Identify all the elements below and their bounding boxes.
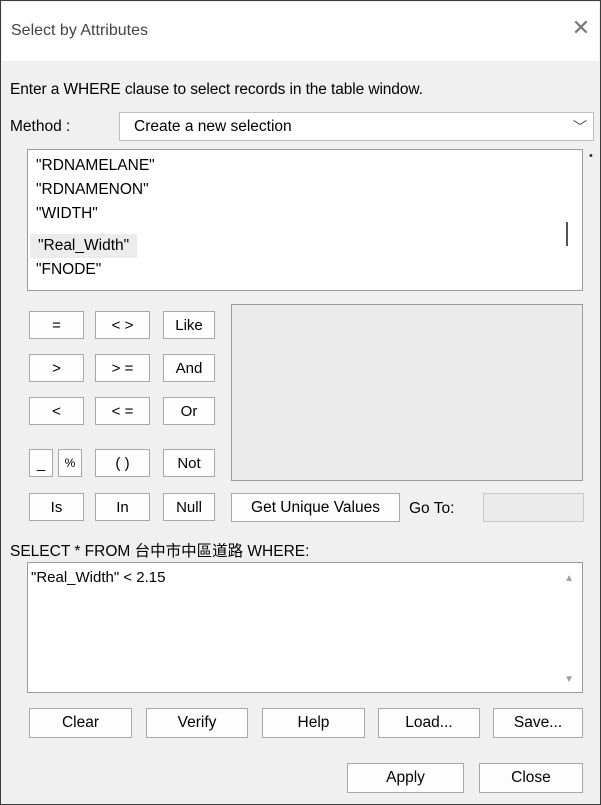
goto-input[interactable] bbox=[483, 493, 584, 522]
underscore-button[interactable]: _ bbox=[29, 449, 53, 477]
unique-values-list[interactable] bbox=[231, 304, 583, 481]
scroll-down-icon[interactable]: ▼ bbox=[564, 674, 574, 685]
instruction-text: Enter a WHERE clause to select records i… bbox=[10, 81, 423, 98]
field-list[interactable]: "RDNAMELANE" "RDNAMENON" "WIDTH" "Real_W… bbox=[27, 149, 583, 291]
chevron-down-icon: ﹀ bbox=[573, 119, 587, 135]
like-button[interactable]: Like bbox=[163, 311, 215, 339]
field-list-item[interactable]: "RDNAMENON" bbox=[36, 178, 155, 202]
method-label: Method : bbox=[10, 118, 71, 135]
not-equals-button[interactable]: < > bbox=[95, 311, 150, 339]
help-button[interactable]: Help bbox=[262, 708, 365, 738]
method-dropdown[interactable]: Create a new selection ﹀ bbox=[119, 112, 594, 141]
percent-button[interactable]: % bbox=[58, 449, 82, 477]
field-list-item[interactable]: "FNODE" bbox=[36, 258, 107, 282]
is-button[interactable]: Is bbox=[29, 493, 84, 521]
scroll-up-icon[interactable]: ▲ bbox=[564, 573, 574, 584]
greater-equal-button[interactable]: > = bbox=[95, 354, 150, 382]
or-button[interactable]: Or bbox=[163, 397, 215, 425]
less-than-button[interactable]: < bbox=[29, 397, 84, 425]
field-list-item[interactable]: "RDNAMELANE" bbox=[36, 154, 161, 178]
dot-icon: • bbox=[589, 150, 593, 162]
verify-button[interactable]: Verify bbox=[146, 708, 248, 738]
not-button[interactable]: Not bbox=[163, 449, 215, 477]
and-button[interactable]: And bbox=[163, 354, 215, 382]
parentheses-button[interactable]: ( ) bbox=[95, 449, 150, 477]
goto-label: Go To: bbox=[409, 500, 455, 517]
get-unique-values-button[interactable]: Get Unique Values bbox=[231, 493, 400, 522]
dialog-title: Select by Attributes bbox=[11, 22, 148, 39]
in-button[interactable]: In bbox=[95, 493, 150, 521]
select-clause-label: SELECT * FROM 台中市中區道路 WHERE: bbox=[10, 543, 310, 560]
load-button[interactable]: Load... bbox=[378, 708, 480, 738]
clear-button[interactable]: Clear bbox=[29, 708, 132, 738]
field-list-scrollbar-thumb[interactable] bbox=[566, 222, 568, 246]
equals-button[interactable]: = bbox=[29, 311, 84, 339]
where-clause-textarea[interactable]: "Real_Width" < 2.15 ▲ ▼ bbox=[27, 562, 583, 693]
select-by-attributes-dialog: Select by Attributes ✕ Enter a WHERE cla… bbox=[0, 0, 601, 805]
apply-button[interactable]: Apply bbox=[347, 763, 464, 793]
null-button[interactable]: Null bbox=[163, 493, 215, 521]
title-bar: Select by Attributes ✕ bbox=[2, 2, 599, 61]
close-icon[interactable]: ✕ bbox=[569, 16, 593, 40]
method-selected-value: Create a new selection bbox=[134, 118, 292, 135]
field-list-item-selected[interactable]: "Real_Width" bbox=[30, 234, 138, 258]
greater-than-button[interactable]: > bbox=[29, 354, 84, 382]
less-equal-button[interactable]: < = bbox=[95, 397, 150, 425]
where-clause-text: "Real_Width" < 2.15 bbox=[31, 569, 166, 586]
save-button[interactable]: Save... bbox=[493, 708, 583, 738]
field-list-item[interactable]: "WIDTH" bbox=[36, 202, 104, 226]
close-button[interactable]: Close bbox=[479, 763, 583, 793]
